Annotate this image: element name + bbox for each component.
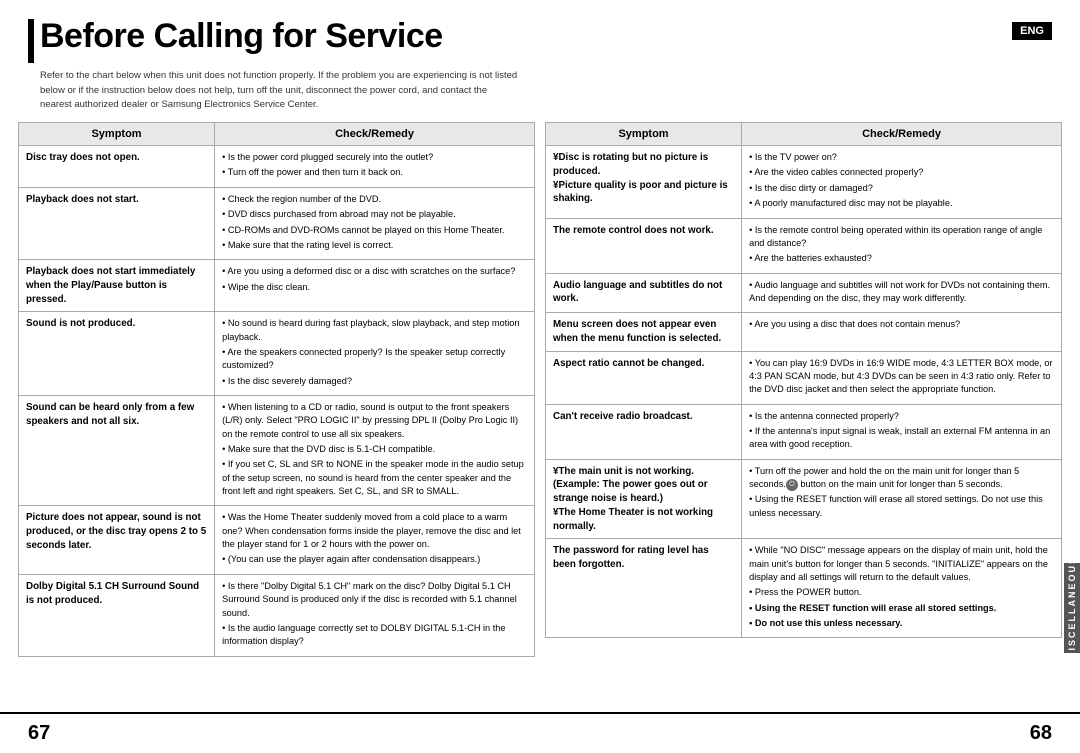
symptom-cell: Can't receive radio broadcast. <box>546 404 742 459</box>
symptom-cell: Disc tray does not open. <box>19 146 215 188</box>
left-section: Symptom Check/Remedy Disc tray does not … <box>18 122 535 702</box>
remedy-cell: While "NO DISC" message appears on the d… <box>742 539 1062 638</box>
misc-sidebar-label: MISCELLANEOUS <box>1064 563 1080 653</box>
page-number-right: 68 <box>1030 722 1052 745</box>
remedy-cell: Audio language and subtitles will not wo… <box>742 273 1062 313</box>
title-accent <box>28 19 34 63</box>
symptom-cell: Sound is not produced. <box>19 312 215 396</box>
table-row: Can't receive radio broadcast.Is the ant… <box>546 404 1062 459</box>
bottom-bar: 67 68 <box>0 712 1080 753</box>
remedy-cell: Is the power cord plugged securely into … <box>215 146 535 188</box>
remedy-cell: No sound is heard during fast playback, … <box>215 312 535 396</box>
remedy-cell: Is the antenna connected properly?If the… <box>742 404 1062 459</box>
symptom-cell: Audio language and subtitles do not work… <box>546 273 742 313</box>
page-container: Before Calling for Service Refer to the … <box>0 0 1080 753</box>
remedy-cell: When listening to a CD or radio, sound i… <box>215 396 535 506</box>
table-row: Picture does not appear, sound is not pr… <box>19 506 535 574</box>
right-remedy-header: Check/Remedy <box>742 123 1062 146</box>
symptom-cell: Picture does not appear, sound is not pr… <box>19 506 215 574</box>
symptom-cell: Aspect ratio cannot be changed. <box>546 351 742 404</box>
symptom-cell: Playback does not start immediately when… <box>19 260 215 312</box>
remedy-cell: Are you using a deformed disc or a disc … <box>215 260 535 312</box>
power-icon: ⏻ <box>786 479 798 491</box>
left-table: Symptom Check/Remedy Disc tray does not … <box>18 122 535 656</box>
left-remedy-header: Check/Remedy <box>215 123 535 146</box>
table-row: ¥The main unit is not working.(Example: … <box>546 459 1062 539</box>
table-row: Audio language and subtitles do not work… <box>546 273 1062 313</box>
table-row: Dolby Digital 5.1 CH Surround Sound is n… <box>19 574 535 656</box>
table-row: Sound can be heard only from a few speak… <box>19 396 535 506</box>
page-number-left: 67 <box>28 722 50 745</box>
table-row: ¥Disc is rotating but no picture is prod… <box>546 146 1062 218</box>
table-row: Disc tray does not open.Is the power cor… <box>19 146 535 188</box>
table-row: The password for rating level has been f… <box>546 539 1062 638</box>
table-row: The remote control does not work.Is the … <box>546 218 1062 273</box>
symptom-cell: Menu screen does not appear even when th… <box>546 313 742 351</box>
table-row: Sound is not produced.No sound is heard … <box>19 312 535 396</box>
page-description: Refer to the chart below when this unit … <box>40 69 520 112</box>
symptom-cell: The password for rating level has been f… <box>546 539 742 638</box>
symptom-cell: The remote control does not work. <box>546 218 742 273</box>
lang-badge: ENG <box>1012 22 1052 40</box>
table-row: Playback does not start immediately when… <box>19 260 535 312</box>
table-row: Playback does not start.Check the region… <box>19 187 535 259</box>
title-section: Before Calling for Service Refer to the … <box>28 18 1002 112</box>
page-title: Before Calling for Service <box>40 18 443 55</box>
table-row: Aspect ratio cannot be changed.You can p… <box>546 351 1062 404</box>
content-area: Symptom Check/Remedy Disc tray does not … <box>0 112 1080 712</box>
right-table: Symptom Check/Remedy ¥Disc is rotating b… <box>545 122 1062 638</box>
remedy-cell: You can play 16:9 DVDs in 16:9 WIDE mode… <box>742 351 1062 404</box>
remedy-cell: Is the remote control being operated wit… <box>742 218 1062 273</box>
remedy-cell: Was the Home Theater suddenly moved from… <box>215 506 535 574</box>
remedy-cell: Is there "Dolby Digital 5.1 CH" mark on … <box>215 574 535 656</box>
symptom-cell: Dolby Digital 5.1 CH Surround Sound is n… <box>19 574 215 656</box>
remedy-cell: Check the region number of the DVD.DVD d… <box>215 187 535 259</box>
table-row: Menu screen does not appear even when th… <box>546 313 1062 351</box>
symptom-cell: Sound can be heard only from a few speak… <box>19 396 215 506</box>
symptom-cell: Playback does not start. <box>19 187 215 259</box>
symptom-cell: ¥The main unit is not working.(Example: … <box>546 459 742 539</box>
remedy-cell: Are you using a disc that does not conta… <box>742 313 1062 351</box>
remedy-cell: Is the TV power on?Are the video cables … <box>742 146 1062 218</box>
right-symptom-header: Symptom <box>546 123 742 146</box>
top-bar: Before Calling for Service Refer to the … <box>0 0 1080 112</box>
symptom-cell: ¥Disc is rotating but no picture is prod… <box>546 146 742 218</box>
remedy-cell: Turn off the power and hold the on the m… <box>742 459 1062 539</box>
left-symptom-header: Symptom <box>19 123 215 146</box>
right-section: Symptom Check/Remedy ¥Disc is rotating b… <box>545 122 1062 702</box>
